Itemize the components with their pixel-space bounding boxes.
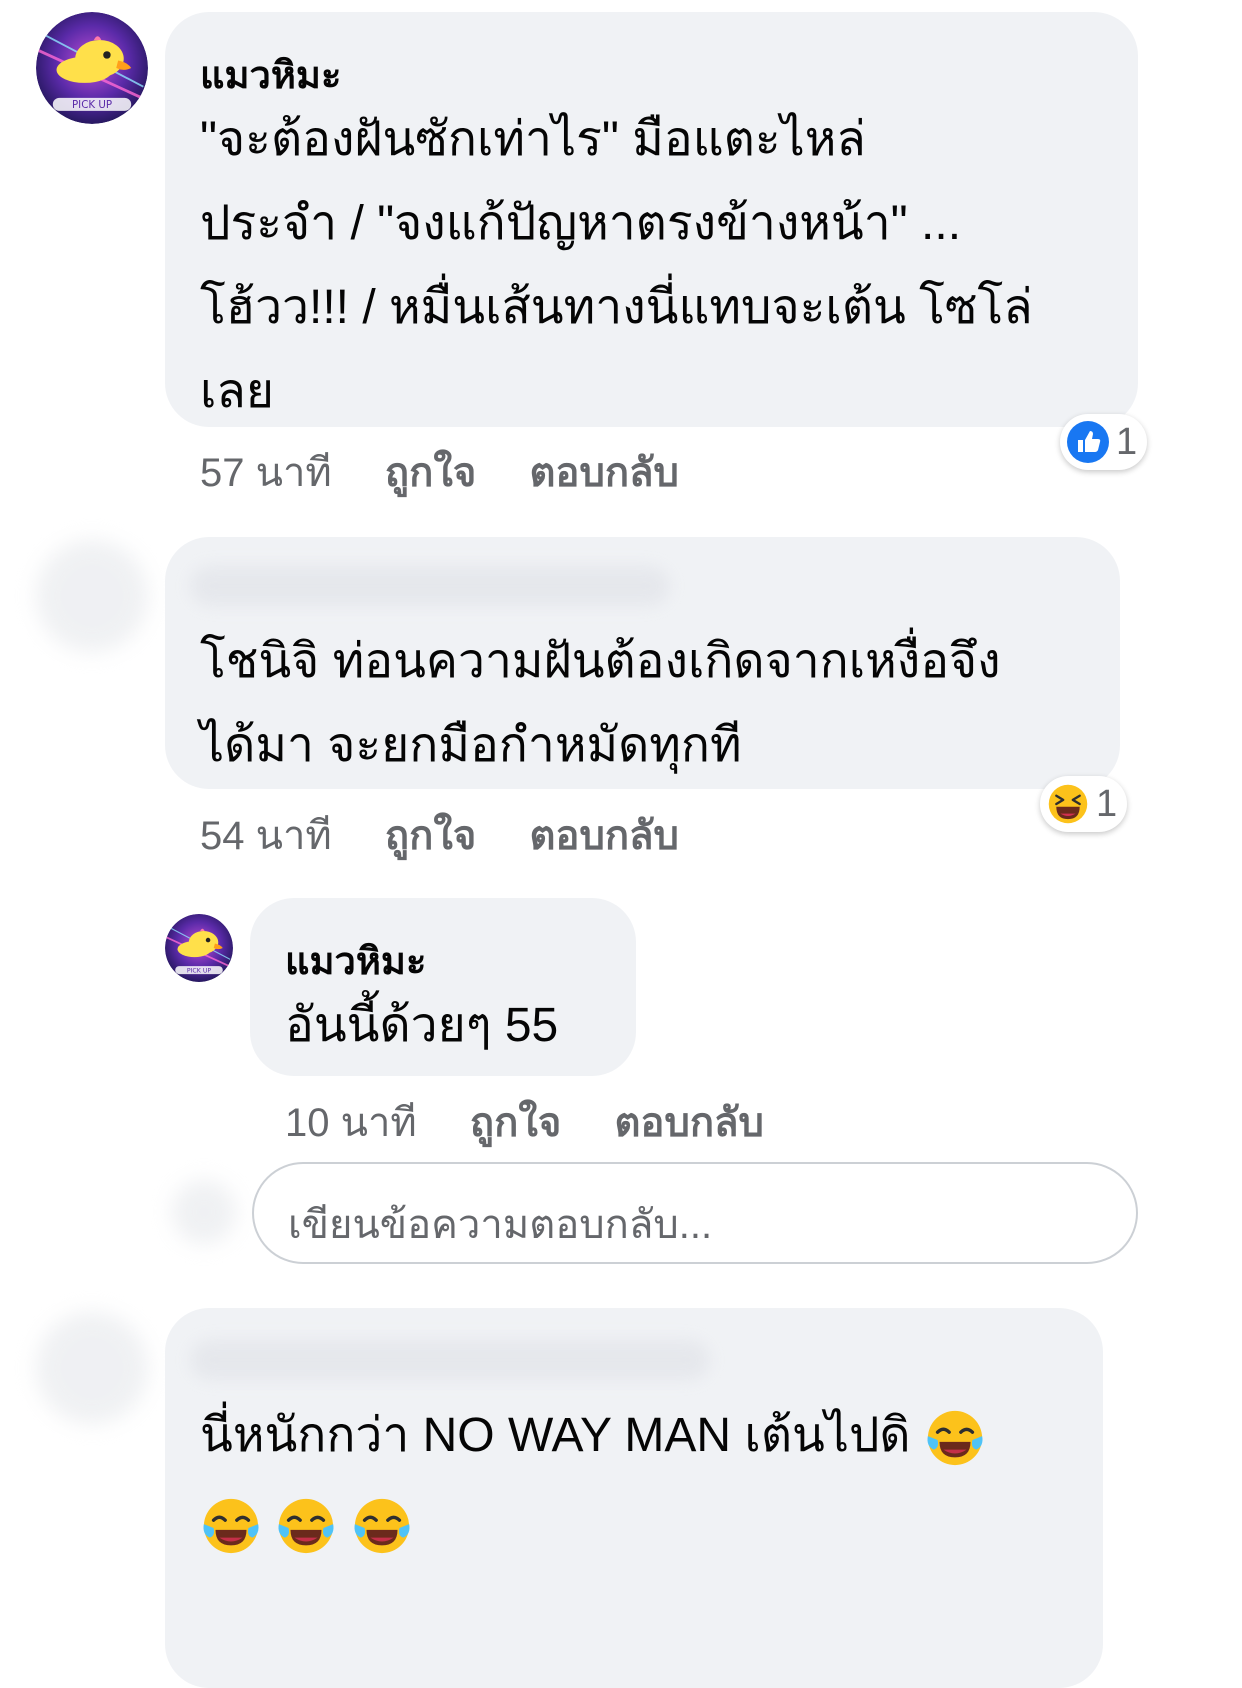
comment-author[interactable]: แมวหิมะ <box>285 930 426 991</box>
like-button[interactable]: ถูกใจ <box>470 1090 561 1154</box>
comment-meta: 10 นาที ถูกใจ ตอบกลับ <box>285 1090 764 1154</box>
like-button[interactable]: ถูกใจ <box>385 440 476 504</box>
comment-author-blurred[interactable] <box>190 566 670 606</box>
tears-of-joy-emoji-icon <box>200 1495 262 1557</box>
reply-input[interactable]: เขียนข้อความตอบกลับ... <box>252 1162 1138 1264</box>
comment-meta: 57 นาที ถูกใจ ตอบกลับ <box>200 440 679 504</box>
comment-meta: 54 นาที ถูกใจ ตอบกลับ <box>200 803 679 867</box>
comment-text: นี่หนักกว่า NO WAY MAN เต้นไปดิ <box>200 1394 1090 1566</box>
like-icon <box>1067 421 1109 463</box>
comment-timestamp[interactable]: 10 นาที <box>285 1090 417 1154</box>
comment-text: อันนี้ด้วยๆ 55 <box>285 984 625 1068</box>
comment-text: "จะต้องฝันซักเท่าไร" มือแตะไหล่ ประจำ / … <box>200 98 1120 434</box>
comment-line: โชนิจิ ท่อนความฝันต้องเกิดจากเหงื่อจึง <box>200 635 1001 688</box>
comment-line: ได้มา จะยกมือกำหมัดทุกที <box>200 719 742 772</box>
reaction-summary[interactable]: 1 <box>1040 776 1128 832</box>
comment-line: "จะต้องฝันซักเท่าไร" มือแตะไหล่ <box>200 113 866 166</box>
comment-line: นี่หนักกว่า NO WAY MAN เต้นไปดิ <box>200 1394 1090 1478</box>
reaction-count: 1 <box>1096 782 1118 825</box>
comment-line: เลย <box>200 365 274 418</box>
duck-avatar-image <box>165 914 233 982</box>
reaction-count: 1 <box>1116 420 1138 463</box>
commenter-avatar-blurred[interactable] <box>36 540 148 652</box>
reply-button[interactable]: ตอบกลับ <box>529 440 679 504</box>
reply-button[interactable]: ตอบกลับ <box>529 803 679 867</box>
commenter-avatar[interactable] <box>165 914 233 982</box>
like-button[interactable]: ถูกใจ <box>385 803 476 867</box>
duck-avatar-image <box>36 12 148 124</box>
tears-of-joy-emoji-icon <box>351 1495 413 1557</box>
comment-line: โฮ้วว!!! / หมื่นเส้นทางนี่แทบจะเต้น โซโล… <box>200 281 1033 334</box>
reply-input-placeholder: เขียนข้อความตอบกลับ... <box>288 1203 713 1247</box>
comment-author[interactable]: แมวหิมะ <box>200 44 341 105</box>
current-user-avatar-blurred <box>172 1180 236 1244</box>
reply-button[interactable]: ตอบกลับ <box>614 1090 764 1154</box>
comment-timestamp[interactable]: 54 นาที <box>200 803 332 867</box>
reaction-summary[interactable]: 1 <box>1060 414 1148 470</box>
laughing-emoji-icon <box>1046 782 1090 826</box>
comment-author-blurred[interactable] <box>190 1340 710 1380</box>
comment-line-text: นี่หนักกว่า NO WAY MAN เต้นไปดิ <box>200 1409 911 1462</box>
tears-of-joy-emoji-icon <box>275 1495 337 1557</box>
commenter-avatar-blurred[interactable] <box>36 1312 148 1424</box>
comment-line <box>200 1482 1090 1566</box>
comment-timestamp[interactable]: 57 นาที <box>200 440 332 504</box>
commenter-avatar[interactable] <box>36 12 148 124</box>
comment-line: ประจำ / "จงแก้ปัญหาตรงข้างหน้า" ... <box>200 197 962 250</box>
tears-of-joy-emoji-icon <box>924 1407 986 1469</box>
comment-text: โชนิจิ ท่อนความฝันต้องเกิดจากเหงื่อจึง ไ… <box>200 620 1100 788</box>
comment-line: อันนี้ด้วยๆ 55 <box>285 999 559 1052</box>
